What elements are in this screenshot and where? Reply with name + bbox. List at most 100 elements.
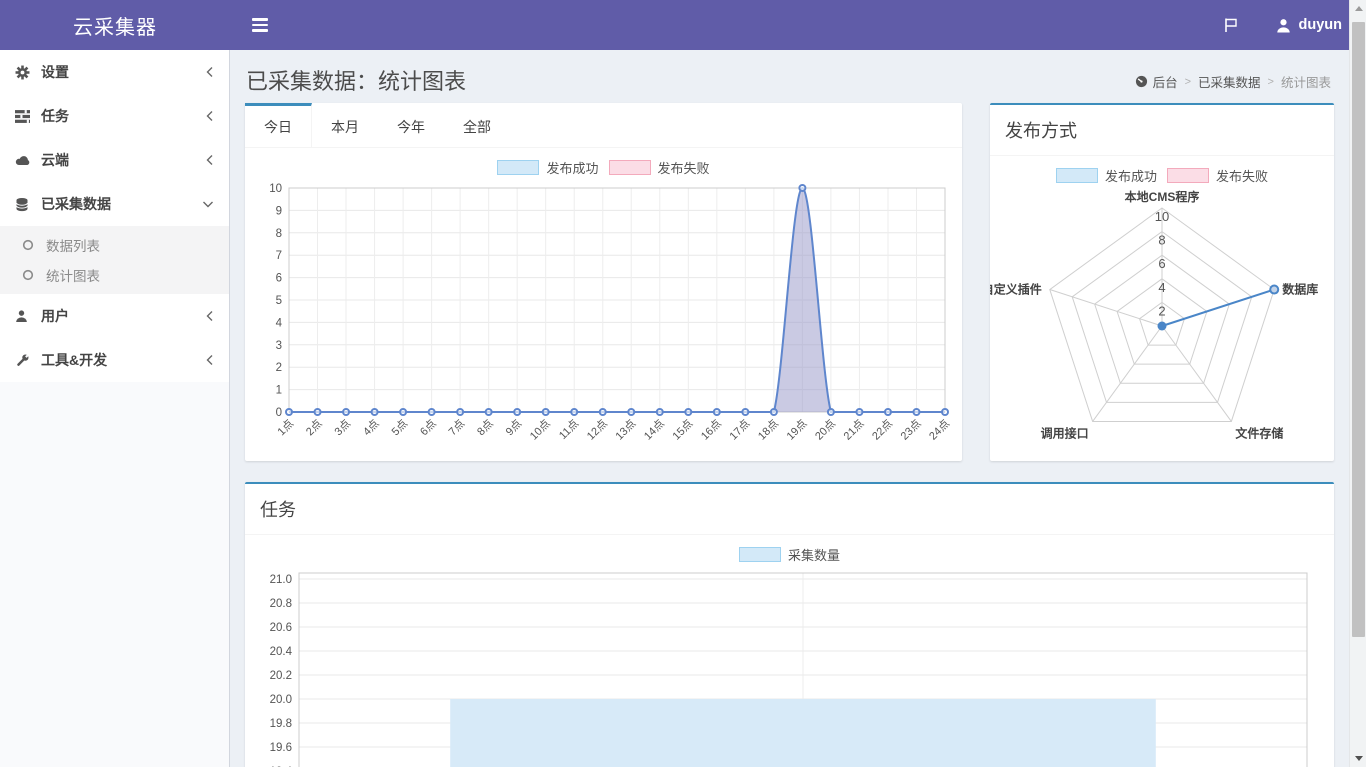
sidebar: 设置 任务 云端 [0, 50, 230, 767]
scrollbar-thumb[interactable] [1352, 22, 1365, 637]
flag-icon [1223, 17, 1239, 33]
svg-text:20.2: 20.2 [270, 670, 292, 682]
svg-text:8: 8 [276, 228, 282, 240]
svg-text:20点: 20点 [812, 417, 838, 443]
svg-text:19.8: 19.8 [270, 718, 292, 730]
user-menu-button[interactable]: duyun [1276, 0, 1343, 50]
svg-text:5: 5 [276, 295, 282, 307]
svg-text:18点: 18点 [755, 417, 781, 443]
flag-menu-button[interactable] [1212, 0, 1250, 50]
svg-text:数据库: 数据库 [1282, 282, 1318, 297]
svg-text:19点: 19点 [784, 417, 810, 443]
sidebar-item-tools-dev[interactable]: 工具&开发 [0, 338, 229, 382]
sidebar-item-label: 用户 [41, 306, 202, 326]
sidebar-item-label: 任务 [41, 106, 202, 126]
svg-text:15点: 15点 [670, 417, 696, 443]
svg-text:14点: 14点 [641, 417, 667, 443]
svg-text:0: 0 [276, 407, 282, 419]
arrow-up-icon [1355, 6, 1363, 11]
tasks-header: 任务 [245, 484, 1334, 535]
tab-this-month[interactable]: 本月 [312, 103, 378, 147]
svg-text:4点: 4点 [360, 417, 381, 438]
circle-o-icon [22, 269, 46, 281]
svg-text:23点: 23点 [898, 417, 924, 443]
breadcrumb-home[interactable]: 后台 [1135, 72, 1178, 91]
sidebar-item-settings[interactable]: 设置 [0, 50, 229, 94]
svg-text:2: 2 [1158, 303, 1165, 318]
sidebar-item-stats-charts[interactable]: 统计图表 [0, 260, 229, 290]
svg-text:20.0: 20.0 [270, 694, 292, 706]
publish-stats-panel: 今日 本月 今年 全部 发布成功 发布失败 0123456789101点2点3点… [245, 103, 962, 461]
legend-swatch-collect-count [739, 547, 781, 562]
database-icon [15, 197, 41, 212]
arrow-down-icon [1355, 756, 1363, 761]
svg-text:12点: 12点 [584, 417, 610, 443]
svg-text:21点: 21点 [841, 417, 867, 443]
sidebar-item-users[interactable]: 用户 [0, 294, 229, 338]
legend-item-fail: 发布失败 [1167, 166, 1268, 185]
svg-text:21.0: 21.0 [270, 574, 292, 586]
svg-text:8点: 8点 [474, 417, 495, 438]
scroll-up-button[interactable] [1350, 0, 1366, 17]
legend-swatch-success [497, 160, 539, 175]
breadcrumb-section[interactable]: 已采集数据 [1198, 72, 1261, 91]
top-navbar: 云采集器 duyun [0, 0, 1366, 50]
scroll-down-button[interactable] [1350, 750, 1366, 767]
breadcrumb-separator: > [1268, 76, 1274, 88]
svg-text:9点: 9点 [503, 417, 524, 438]
svg-text:11点: 11点 [556, 417, 581, 442]
main-content: 今日 本月 今年 全部 发布成功 发布失败 0123456789101点2点3点… [230, 103, 1349, 767]
user-icon [1276, 18, 1291, 33]
svg-text:20.8: 20.8 [270, 598, 292, 610]
navbar-right: duyun [1212, 0, 1343, 50]
svg-text:8: 8 [1158, 233, 1165, 248]
sidebar-item-collected-data[interactable]: 已采集数据 [0, 182, 229, 226]
area-chart-legend: 发布成功 发布失败 [245, 158, 962, 176]
bar-chart-legend: 采集数量 [245, 545, 1334, 563]
tab-this-year[interactable]: 今年 [378, 103, 444, 147]
breadcrumb-separator: > [1185, 76, 1191, 88]
svg-text:24点: 24点 [926, 417, 950, 443]
tab-today[interactable]: 今日 [245, 103, 312, 147]
sidebar-item-cloud[interactable]: 云端 [0, 138, 229, 182]
legend-swatch-fail [1167, 168, 1209, 183]
sidebar-item-label: 数据列表 [46, 235, 100, 255]
legend-item-fail: 发布失败 [609, 158, 710, 177]
svg-text:3点: 3点 [332, 417, 353, 438]
svg-text:22点: 22点 [869, 417, 895, 443]
brand-logo[interactable]: 云采集器 [0, 0, 230, 50]
sidebar-item-data-list[interactable]: 数据列表 [0, 230, 229, 260]
svg-text:1点: 1点 [275, 417, 296, 438]
sidebar-item-tasks[interactable]: 任务 [0, 94, 229, 138]
svg-text:6: 6 [1158, 256, 1165, 271]
wrench-icon [15, 353, 41, 368]
vertical-scrollbar [1349, 0, 1366, 767]
circle-o-icon [22, 239, 46, 251]
sidebar-item-label: 统计图表 [46, 265, 100, 285]
svg-text:20.6: 20.6 [270, 622, 292, 634]
sidebar-toggle-button[interactable] [240, 0, 280, 50]
sidebar-item-label: 工具&开发 [41, 350, 202, 370]
svg-text:2点: 2点 [303, 417, 324, 438]
svg-text:10: 10 [1155, 209, 1169, 224]
svg-text:9: 9 [276, 205, 282, 217]
chevron-left-icon [202, 66, 214, 78]
svg-text:16点: 16点 [698, 417, 724, 443]
radar-chart-legend: 发布成功 发布失败 [990, 166, 1334, 184]
tasks-panel: 任务 采集数量 21.020.820.620.420.220.019.819.6… [245, 482, 1334, 767]
panel-title: 发布方式 [1005, 121, 1077, 141]
tab-all[interactable]: 全部 [444, 103, 510, 147]
svg-text:7点: 7点 [446, 417, 467, 438]
sidebar-item-label: 云端 [41, 150, 202, 170]
stats-tabbar: 今日 本月 今年 全部 [245, 103, 962, 148]
legend-item-success: 发布成功 [1056, 166, 1157, 185]
publish-method-panel: 发布方式 发布成功 发布失败 246810本地CMS程序数据库文件存储调用接口自… [990, 103, 1334, 461]
svg-text:本地CMS程序: 本地CMS程序 [1125, 189, 1200, 204]
user-icon [15, 309, 41, 323]
svg-text:6: 6 [276, 273, 282, 285]
dashboard-icon [1135, 75, 1148, 88]
svg-text:文件存储: 文件存储 [1235, 425, 1283, 440]
chevron-left-icon [202, 310, 214, 322]
panel-title: 任务 [260, 500, 296, 520]
svg-text:20.4: 20.4 [270, 646, 293, 658]
